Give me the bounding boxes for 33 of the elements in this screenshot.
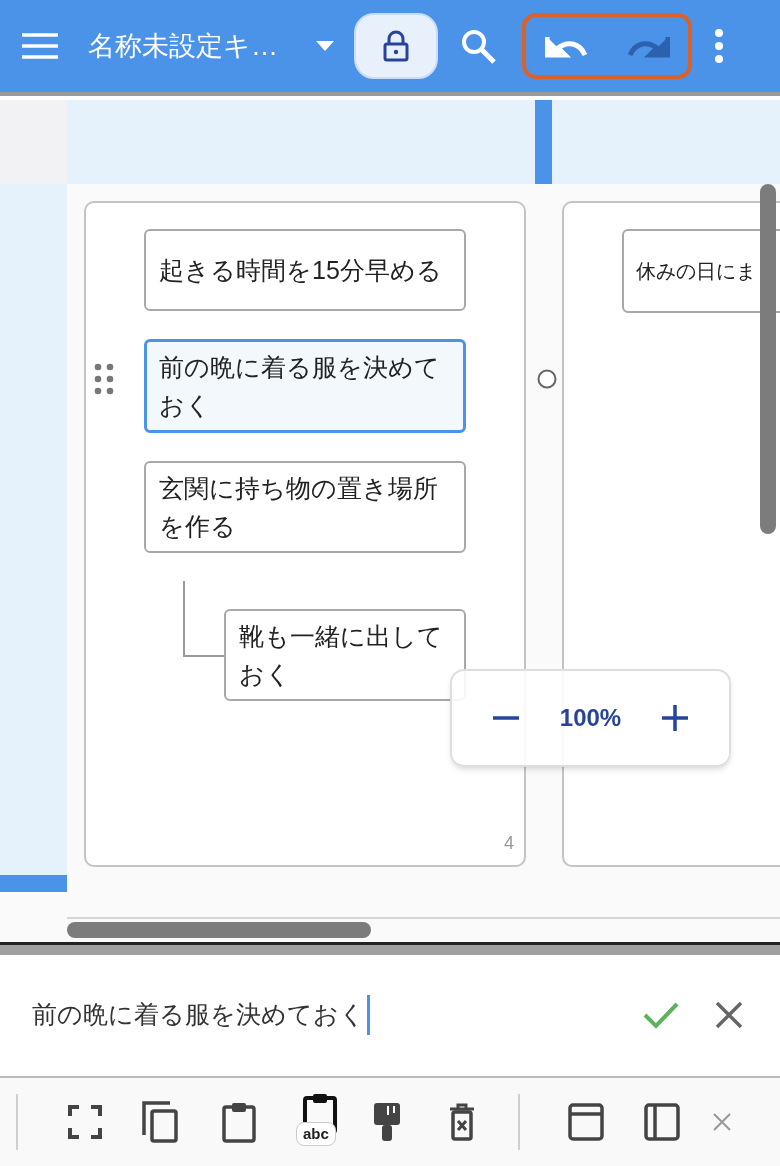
sidebar-icon[interactable]	[644, 1103, 680, 1141]
zoom-in-icon[interactable]	[662, 705, 689, 731]
input-text: 前の晩に着る服を決めておく	[32, 998, 365, 1030]
node-text-input[interactable]: 前の晩に着る服を決めておく	[32, 994, 643, 1035]
close-icon[interactable]	[713, 1113, 731, 1131]
map-node[interactable]: 起きる時間を15分早める	[144, 229, 466, 311]
text-cursor	[367, 994, 370, 1035]
node-count: 4	[504, 832, 514, 855]
confirm-check-icon[interactable]	[643, 1000, 679, 1029]
vertical-scrollbar-thumb[interactable]	[760, 184, 776, 534]
search-icon[interactable]	[460, 28, 496, 64]
paste-text-badge: abc	[296, 1122, 336, 1146]
map-node[interactable]: 前の晩に着る服を決めておく	[144, 339, 466, 433]
more-options-icon[interactable]	[714, 29, 724, 63]
close-icon[interactable]	[715, 1000, 743, 1029]
copy-icon[interactable]	[142, 1101, 178, 1143]
dropdown-caret-icon[interactable]	[316, 41, 334, 51]
fullscreen-icon[interactable]	[68, 1105, 102, 1139]
map-node[interactable]: 玄関に持ち物の置き場所を作る	[144, 461, 466, 553]
delete-icon[interactable]	[448, 1103, 476, 1141]
horizontal-scrollbar-thumb[interactable]	[67, 922, 371, 938]
lock-icon	[383, 30, 409, 62]
map-node[interactable]: 靴も一緒に出しておく	[224, 609, 466, 701]
window-icon[interactable]	[568, 1103, 604, 1141]
add-node-handle-icon[interactable]	[537, 369, 557, 389]
paint-brush-icon[interactable]	[372, 1101, 402, 1143]
clipboard-icon[interactable]	[222, 1101, 256, 1143]
zoom-out-icon[interactable]	[492, 716, 519, 720]
menu-icon[interactable]	[22, 32, 58, 60]
drag-handle-icon[interactable]	[94, 363, 114, 395]
zoom-level[interactable]: 100%	[559, 700, 622, 736]
left-panel-marker	[0, 875, 67, 892]
lock-button[interactable]	[354, 13, 438, 79]
